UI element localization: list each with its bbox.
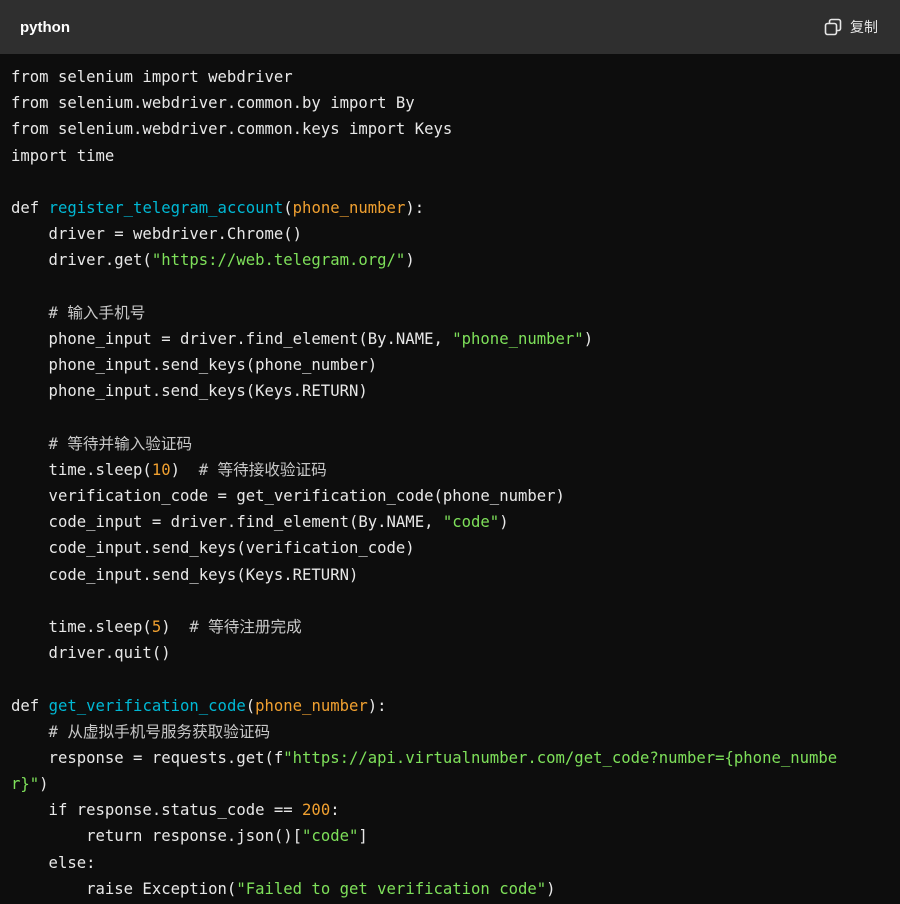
code-token: "https://web.telegram.org/" — [151, 251, 406, 270]
code-token: code_input.send_keys(Keys.RETURN) — [11, 565, 359, 584]
code-token: 10 — [151, 460, 171, 479]
code-token: raise Exception( — [11, 879, 237, 898]
code-line: import time — [11, 143, 891, 169]
code-token: def — [11, 198, 49, 217]
code-line: phone_input.send_keys(Keys.RETURN) — [11, 378, 891, 404]
code-line: code_input.send_keys(Keys.RETURN) — [11, 562, 891, 588]
copy-button-label: 复制 — [850, 20, 878, 36]
code-line: phone_input.send_keys(phone_number) — [11, 352, 891, 378]
code-line: raise Exception("Failed to get verificat… — [11, 876, 891, 902]
code-language-label: python — [20, 18, 70, 36]
code-token: from selenium.webdriver.common.keys impo… — [11, 120, 453, 139]
code-token: ): — [405, 198, 425, 217]
code-token: "code" — [442, 513, 500, 532]
code-token: ( — [283, 198, 293, 217]
code-token: driver.quit() — [11, 644, 171, 663]
code-token: : — [330, 801, 340, 820]
code-line: driver = webdriver.Chrome() — [11, 221, 891, 247]
code-token: 5 — [151, 617, 162, 636]
code-token: phone_number — [255, 696, 368, 715]
code-token: ) — [546, 879, 556, 898]
code-token: register_telegram_account — [48, 198, 284, 217]
code-token: "code" — [302, 827, 359, 846]
code-token: # 等待并输入验证码 — [11, 434, 193, 453]
code-token: phone_number — [292, 198, 406, 217]
code-token: driver = webdriver.Chrome() — [11, 225, 303, 244]
code-line: from selenium.webdriver.common.keys impo… — [11, 116, 891, 142]
code-line: # 输入手机号 — [11, 300, 891, 326]
code-line: driver.quit() — [11, 640, 891, 666]
code-area[interactable]: from selenium import webdriver from selen… — [0, 54, 900, 904]
code-token: time.sleep( — [11, 460, 152, 479]
code-token: ) — [405, 251, 415, 270]
code-token: from selenium.webdriver.common.by import… — [11, 94, 415, 113]
code-token: phone_input = driver.find_element(By.NAM… — [11, 329, 453, 348]
code-token: code_input.send_keys(verification_code) — [11, 539, 415, 558]
code-token: # 从虚拟手机号服务获取验证码 — [11, 722, 271, 741]
code-token: return response.json()[ — [11, 827, 303, 846]
code-line: r}") — [11, 771, 891, 797]
code-lines: from selenium import webdriver from selen… — [11, 64, 891, 902]
code-line: time.sleep(5) # 等待注册完成 — [11, 614, 891, 640]
code-token: phone_input.send_keys(Keys.RETURN) — [11, 382, 368, 401]
code-line: if response.status_code == 200: — [11, 797, 891, 823]
code-token: ) — [39, 775, 49, 794]
code-token: from selenium import webdriver — [11, 68, 293, 86]
code-token: # 等待注册完成 — [189, 617, 302, 636]
code-line: time.sleep(10) # 等待接收验证码 — [11, 457, 891, 483]
code-line: verification_code = get_verification_cod… — [11, 483, 891, 509]
code-line: phone_input = driver.find_element(By.NAM… — [11, 326, 891, 352]
code-token: code_input = driver.find_element(By.NAME… — [11, 513, 443, 532]
code-line: return response.json()["code"] — [11, 823, 891, 849]
code-token: "https://api.virtualnumber.com/get_code?… — [283, 748, 838, 767]
code-token: ): — [367, 696, 387, 715]
code-token: response = requests.get(f — [11, 748, 284, 767]
code-token: "phone_number" — [452, 329, 584, 348]
copy-icon — [824, 18, 842, 36]
code-token: ) — [170, 460, 199, 479]
code-token: ) — [161, 617, 190, 636]
code-token: ) — [499, 513, 509, 532]
code-token: 200 — [302, 801, 331, 820]
copy-button[interactable]: 复制 — [824, 17, 878, 37]
code-line: else: — [11, 850, 891, 876]
code-token: ) — [583, 329, 594, 348]
code-token: driver.get( — [11, 251, 152, 270]
code-token: ] — [358, 827, 368, 846]
code-token: "Failed to get verification code" — [236, 879, 547, 898]
code-line: def get_verification_code(phone_number): — [11, 693, 891, 719]
code-token: ( — [245, 696, 256, 715]
code-token: if response.status_code == — [11, 801, 303, 820]
code-token: phone_input.send_keys(phone_number) — [11, 356, 378, 375]
code-line: response = requests.get(f"https://api.vi… — [11, 745, 891, 771]
code-token: # 等待接收验证码 — [198, 460, 327, 479]
code-line: def register_telegram_account(phone_numb… — [11, 195, 891, 221]
code-line: # 从虚拟手机号服务获取验证码 — [11, 719, 891, 745]
code-line: driver.get("https://web.telegram.org/") — [11, 247, 891, 273]
code-token: import time — [11, 146, 115, 165]
code-token: verification_code = get_verification_cod… — [11, 487, 565, 505]
code-token: get_verification_code — [48, 696, 246, 715]
code-line: from selenium import webdriver — [11, 64, 891, 90]
code-line: code_input = driver.find_element(By.NAME… — [11, 509, 891, 535]
code-token: # 输入手机号 — [11, 303, 146, 322]
code-token: def — [11, 696, 49, 715]
code-line: code_input.send_keys(verification_code) — [11, 535, 891, 561]
code-token: else: — [11, 853, 96, 872]
code-line: # 等待并输入验证码 — [11, 431, 891, 457]
code-block-header: python 复制 — [0, 0, 900, 54]
code-token: r}" — [11, 775, 40, 794]
code-line: from selenium.webdriver.common.by import… — [11, 90, 891, 116]
code-token: time.sleep( — [11, 617, 152, 636]
